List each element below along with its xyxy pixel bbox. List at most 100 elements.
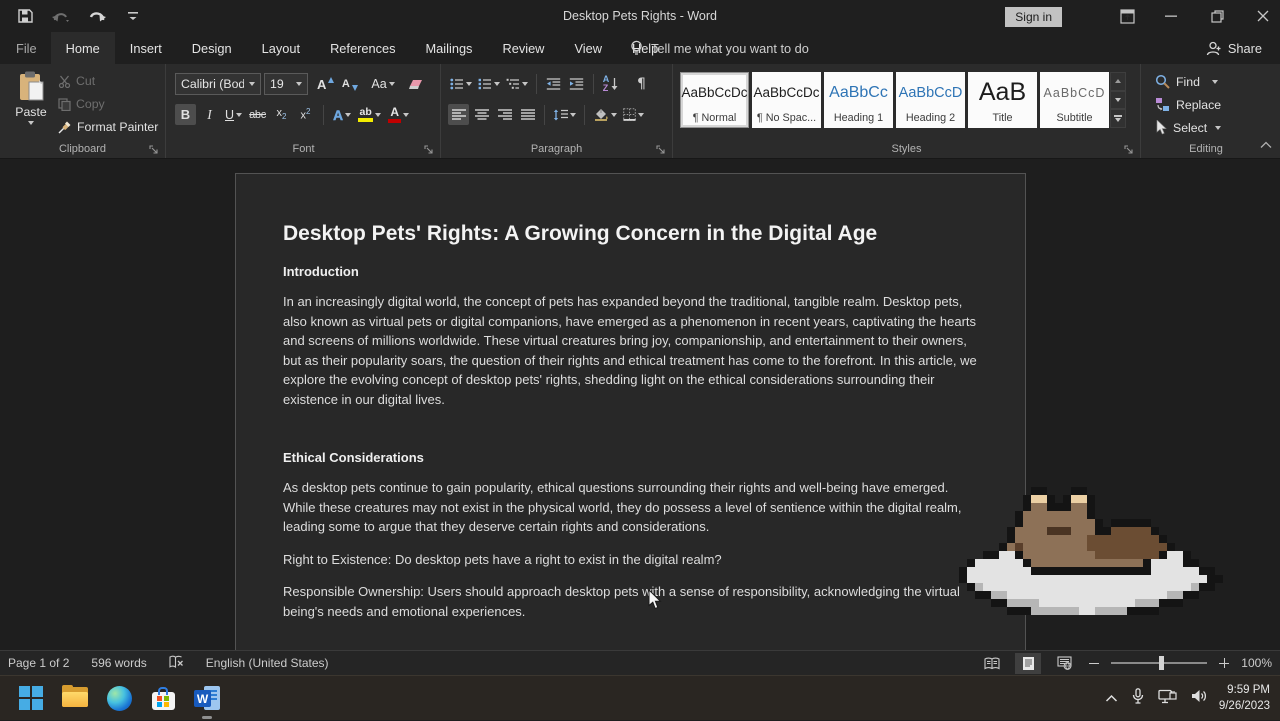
zoom-percentage[interactable]: 100% <box>1241 656 1272 670</box>
style-subtitle[interactable]: AaBbCcD Subtitle <box>1040 72 1109 128</box>
tab-view[interactable]: View <box>559 32 617 64</box>
zoom-in-icon[interactable] <box>1217 656 1231 670</box>
microsoft-store-icon[interactable] <box>150 685 176 711</box>
zoom-slider-thumb[interactable] <box>1159 656 1164 670</box>
subscript-button[interactable]: x2 <box>271 104 292 125</box>
tab-mailings[interactable]: Mailings <box>411 32 488 64</box>
start-button[interactable] <box>18 685 44 711</box>
volume-icon[interactable] <box>1191 689 1208 708</box>
strikethrough-button[interactable]: abc <box>247 104 268 125</box>
multilevel-list-button[interactable] <box>504 73 530 94</box>
font-dialog-launcher-icon[interactable] <box>424 142 436 154</box>
grow-font-button[interactable]: A <box>315 74 336 95</box>
edge-browser-icon[interactable] <box>106 685 132 711</box>
font-color-button[interactable]: A <box>386 104 411 125</box>
paint-bucket-icon <box>593 108 609 121</box>
tab-design[interactable]: Design <box>177 32 247 64</box>
tab-references[interactable]: References <box>315 32 410 64</box>
change-case-button[interactable]: Aa <box>369 74 396 95</box>
text-effects-button[interactable]: A <box>331 104 353 125</box>
bold-button[interactable]: B <box>175 104 196 125</box>
tell-me-box[interactable]: Tell me what you want to do <box>630 32 809 64</box>
restore-button[interactable] <box>1200 0 1234 32</box>
font-name-combobox[interactable]: Calibri (Body <box>175 73 261 95</box>
align-right-button[interactable] <box>494 104 515 125</box>
file-explorer-icon[interactable] <box>62 685 88 711</box>
show-paragraph-marks-button[interactable]: ¶ <box>631 73 652 94</box>
font-size-combobox[interactable]: 19 <box>264 73 308 95</box>
read-mode-button[interactable] <box>979 653 1005 674</box>
styles-scroll-down-icon[interactable] <box>1110 91 1126 110</box>
print-layout-button[interactable] <box>1015 653 1041 674</box>
tab-layout[interactable]: Layout <box>247 32 315 64</box>
text-highlight-button[interactable]: ab <box>356 104 383 125</box>
save-icon[interactable] <box>14 5 36 27</box>
customize-quick-access-icon[interactable] <box>122 5 144 27</box>
style-heading-1[interactable]: AaBbCc Heading 1 <box>824 72 893 128</box>
document-area[interactable]: Desktop Pets' Rights: A Growing Concern … <box>0 160 1280 650</box>
highlight-color-swatch <box>358 118 373 122</box>
zoom-slider[interactable] <box>1111 662 1207 664</box>
tab-home[interactable]: Home <box>51 32 115 64</box>
styles-dialog-launcher-icon[interactable] <box>1124 142 1136 154</box>
style-title[interactable]: AaB Title <box>968 72 1037 128</box>
paste-button[interactable]: Paste <box>10 71 52 143</box>
collapse-ribbon-icon[interactable] <box>1260 136 1272 154</box>
paste-dropdown-arrow[interactable] <box>28 121 34 125</box>
justify-button[interactable] <box>517 104 538 125</box>
sign-in-button[interactable]: Sign in <box>1005 7 1062 27</box>
italic-button[interactable]: I <box>199 104 220 125</box>
tab-file[interactable]: File <box>2 32 51 64</box>
taskbar-clock[interactable]: 9:59 PM 9/26/2023 <box>1219 682 1270 714</box>
tab-insert[interactable]: Insert <box>115 32 177 64</box>
word-count[interactable]: 596 words <box>91 656 146 670</box>
replace-button[interactable]: Replace <box>1155 97 1221 112</box>
borders-button[interactable] <box>621 104 646 125</box>
share-button[interactable]: Share <box>1206 32 1262 64</box>
document-page[interactable]: Desktop Pets' Rights: A Growing Concern … <box>235 173 1026 650</box>
numbering-button[interactable] <box>476 73 502 94</box>
active-app-indicator <box>202 716 212 719</box>
bullets-button[interactable] <box>448 73 474 94</box>
sort-button[interactable]: AZ <box>600 73 621 94</box>
shading-button[interactable] <box>591 104 619 125</box>
tab-review[interactable]: Review <box>487 32 559 64</box>
clear-formatting-button[interactable] <box>406 74 427 95</box>
copy-icon <box>58 98 71 111</box>
close-button[interactable] <box>1246 0 1280 32</box>
zoom-out-icon[interactable] <box>1087 656 1101 670</box>
ribbon-display-options-icon[interactable] <box>1110 0 1144 32</box>
superscript-button[interactable]: x2 <box>295 104 316 125</box>
find-button[interactable]: Find <box>1155 74 1218 89</box>
share-person-icon <box>1206 41 1222 56</box>
line-spacing-button[interactable] <box>551 104 578 125</box>
undo-icon <box>50 5 72 27</box>
style-heading-2[interactable]: AaBbCcD Heading 2 <box>896 72 965 128</box>
style-normal[interactable]: AaBbCcDc ¶ Normal <box>680 72 749 128</box>
style-no-spacing[interactable]: AaBbCcDc ¶ No Spac... <box>752 72 821 128</box>
format-painter-button[interactable]: Format Painter <box>58 118 158 136</box>
desktop-pet-pixel-cat[interactable] <box>959 487 1223 615</box>
increase-indent-button[interactable] <box>566 73 587 94</box>
styles-scroll-up-icon[interactable] <box>1110 72 1126 91</box>
word-taskbar-icon[interactable]: W <box>194 685 220 711</box>
decrease-indent-button[interactable] <box>543 73 564 94</box>
paragraph-dialog-launcher-icon[interactable] <box>656 142 668 154</box>
styles-gallery-expand-icon[interactable] <box>1110 109 1126 128</box>
align-left-button[interactable] <box>448 104 469 125</box>
microphone-icon[interactable] <box>1132 688 1144 709</box>
network-icon[interactable] <box>1158 689 1177 709</box>
tray-chevron-icon[interactable] <box>1105 690 1118 708</box>
web-layout-button[interactable] <box>1051 653 1077 674</box>
scissors-icon <box>58 75 71 88</box>
align-center-button[interactable] <box>471 104 492 125</box>
minimize-button[interactable] <box>1154 0 1188 32</box>
page-indicator[interactable]: Page 1 of 2 <box>8 656 69 670</box>
language-indicator[interactable]: English (United States) <box>206 656 329 670</box>
proofing-status-icon[interactable] <box>169 655 184 672</box>
shrink-font-button[interactable]: A <box>339 74 360 95</box>
clipboard-dialog-launcher-icon[interactable] <box>149 142 161 154</box>
redo-icon[interactable] <box>86 5 108 27</box>
underline-button[interactable]: U <box>223 104 244 125</box>
select-button[interactable]: Select <box>1155 120 1221 135</box>
